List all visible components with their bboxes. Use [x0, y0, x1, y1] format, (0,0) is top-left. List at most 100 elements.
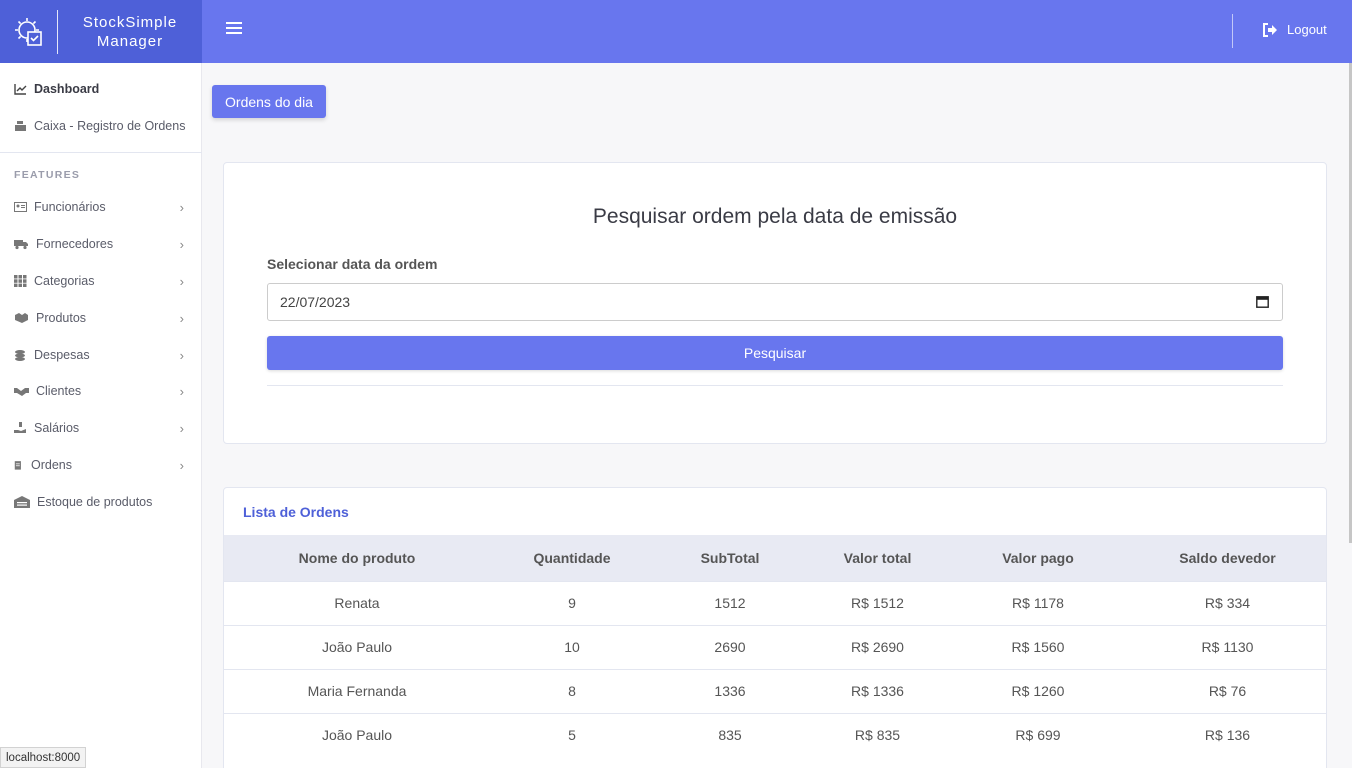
chevron-right-icon: › — [179, 421, 184, 436]
handshake-icon — [14, 388, 29, 396]
app-name: StockSimple Manager — [58, 13, 202, 51]
table-cell: João Paulo — [321, 639, 393, 655]
sidebar-item-label: Dashboard — [34, 82, 100, 96]
sidebar-item-label: Estoque de produtos — [37, 495, 153, 509]
sidebar-item-produtos[interactable]: Produtos › — [14, 311, 188, 326]
chevron-right-icon: › — [179, 200, 184, 215]
truck-icon — [14, 240, 28, 250]
table-cell: Renata — [334, 595, 380, 611]
topbar-divider — [1232, 14, 1233, 48]
column-header: Saldo devedor — [1179, 549, 1276, 566]
sidebar-item-categorias[interactable]: Categorias › — [14, 274, 188, 289]
sidebar-item-fornecedores[interactable]: Fornecedores › — [14, 237, 188, 252]
sidebar-item-label: Categorias — [34, 274, 95, 288]
app-name-line2: Manager — [96, 32, 164, 50]
chevron-right-icon: › — [179, 348, 184, 363]
clipboard-icon — [14, 461, 21, 470]
sidebar-item-label: Caixa - Registro de Ordens — [34, 119, 186, 133]
table-cell: 2690 — [714, 639, 746, 655]
table-cell: R$ 1178 — [1012, 595, 1064, 611]
table-cell: R$ 1260 — [1011, 683, 1065, 699]
id-card-icon — [14, 202, 27, 212]
table-cell: R$ 699 — [1015, 727, 1061, 744]
sidebar-item-caixa[interactable]: Caixa - Registro de Ordens — [14, 119, 188, 133]
chevron-right-icon: › — [179, 458, 184, 473]
table-cell: 1336 — [714, 683, 746, 699]
sidebar-item-label: Produtos — [36, 311, 87, 325]
table-cell: R$ 136 — [1204, 727, 1251, 744]
sidebar-heading: FEATURES — [14, 169, 81, 181]
table-row: João Paulo 10 2690 R$ 2690 R$ 1560 R$ 11… — [224, 625, 1326, 669]
table-cell: 8 — [568, 683, 576, 699]
orders-list-card: Lista de Ordens Nome do produto Quantida… — [223, 487, 1327, 768]
chevron-right-icon: › — [179, 384, 184, 399]
sidebar-item-ordens[interactable]: Ordens › — [14, 458, 188, 473]
chevron-right-icon: › — [179, 274, 184, 289]
table-header-row: Nome do produto Quantidade SubTotal Valo… — [224, 535, 1326, 581]
sidebar-item-label: Fornecedores — [36, 237, 114, 251]
calendar-icon[interactable] — [1256, 295, 1269, 308]
sidebar-item-label: Salários — [34, 421, 80, 435]
warehouse-icon — [14, 496, 30, 508]
sidebar-item-despesas[interactable]: Despesas › — [14, 348, 188, 363]
column-header: Quantidade — [533, 549, 611, 566]
date-field[interactable]: 22/07/2023 — [267, 283, 1283, 321]
hand-money-icon — [14, 422, 26, 433]
coins-icon — [15, 350, 25, 361]
app-name-line1: StockSimple — [82, 13, 178, 31]
table-cell: R$ 835 — [854, 727, 901, 744]
table-cell: R$ 1512 — [851, 595, 904, 611]
table-cell: R$ 76 — [1208, 683, 1247, 699]
top-navbar: Logout — [202, 0, 1352, 63]
search-divider — [267, 385, 1283, 386]
column-header: SubTotal — [700, 549, 760, 566]
logout-button[interactable]: Logout — [1262, 22, 1327, 37]
brand-area[interactable]: StockSimple Manager — [0, 0, 202, 63]
search-card: Pesquisar ordem pela data de emissão Sel… — [223, 162, 1327, 444]
list-title: Lista de Ordens — [243, 504, 349, 520]
sidebar-item-label: Despesas — [34, 348, 90, 362]
table-cell: R$ 2690 — [851, 639, 904, 655]
orders-table: Nome do produto Quantidade SubTotal Valo… — [224, 535, 1326, 757]
sidebar-item-estoque[interactable]: Estoque de produtos — [14, 495, 188, 509]
column-header: Valor total — [843, 549, 912, 566]
sidebar-item-label: Ordens — [31, 458, 72, 472]
table-cell: R$ 334 — [1204, 595, 1251, 611]
status-url: localhost:8000 — [0, 747, 87, 768]
date-field-value: 22/07/2023 — [280, 294, 351, 310]
gear-checklist-icon — [0, 9, 58, 54]
sidebar-item-label: Funcionários — [34, 200, 106, 214]
table-cell: 835 — [718, 727, 742, 744]
table-row: Renata 9 1512 R$ 1512 R$ 1178 R$ 334 — [224, 581, 1326, 625]
table-cell: 5 — [568, 727, 576, 744]
date-field-label: Selecionar data da ordem — [267, 256, 438, 272]
boxes-icon — [15, 313, 28, 323]
column-header: Valor pago — [1002, 549, 1074, 566]
column-header: Nome do produto — [298, 549, 416, 566]
chevron-right-icon: › — [179, 237, 184, 252]
sidebar: Dashboard Caixa - Registro de Ordens FEA… — [0, 63, 202, 768]
table-cell: R$ 1336 — [851, 683, 904, 699]
table-cell: 10 — [564, 639, 580, 655]
ordens-do-dia-button[interactable]: Ordens do dia — [212, 85, 326, 118]
sidebar-item-dashboard[interactable]: Dashboard — [14, 82, 188, 96]
chevron-right-icon: › — [179, 311, 184, 326]
table-cell: R$ 1130 — [1201, 639, 1254, 655]
table-cell: João Paulo — [321, 727, 393, 744]
table-cell: R$ 1560 — [1011, 639, 1065, 655]
cash-register-icon — [15, 121, 26, 131]
grid-icon — [14, 275, 27, 287]
search-button[interactable]: Pesquisar — [267, 336, 1283, 370]
sidebar-item-clientes[interactable]: Clientes › — [14, 384, 188, 399]
table-cell: Maria Fernanda — [307, 683, 407, 699]
chart-line-icon — [14, 84, 27, 95]
sidebar-item-label: Clientes — [36, 384, 82, 398]
logout-label: Logout — [1287, 22, 1327, 37]
sidebar-item-salarios[interactable]: Salários › — [14, 421, 188, 436]
search-title: Pesquisar ordem pela data de emissão — [592, 205, 958, 228]
sidebar-item-funcionarios[interactable]: Funcionários › — [14, 200, 188, 215]
table-row: João Paulo 5 835 R$ 835 R$ 699 R$ 136 — [224, 713, 1326, 757]
sidebar-divider — [0, 152, 202, 153]
sign-out-icon — [1263, 22, 1277, 37]
hamburger-icon[interactable] — [226, 22, 242, 38]
